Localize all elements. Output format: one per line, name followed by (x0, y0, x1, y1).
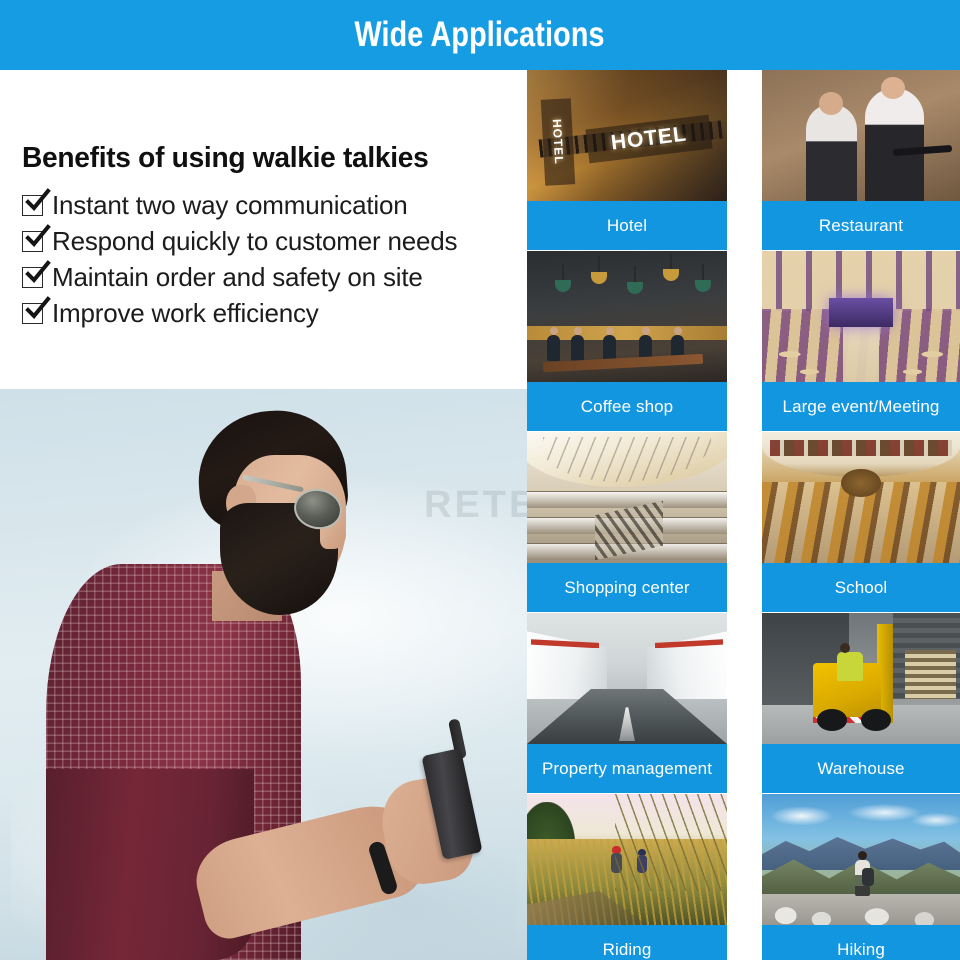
forklift-warehouse-photo (762, 613, 960, 744)
application-card-shopping-center[interactable]: Shopping center (527, 432, 727, 612)
benefit-label: Respond quickly to customer needs (52, 225, 458, 256)
application-card-school[interactable]: School (762, 432, 960, 612)
hotel-facade-photo: HOTEL HOTEL (527, 70, 727, 201)
forklift-wheel (861, 708, 891, 731)
benefits-list: Instant two way communication Respond qu… (22, 187, 527, 330)
central-desk (841, 468, 881, 498)
head-shape (880, 76, 905, 99)
card-label: School (762, 563, 960, 612)
card-photo (762, 794, 960, 925)
card-photo (527, 251, 727, 382)
checkbox-checked-icon (22, 296, 51, 324)
card-photo (527, 794, 727, 925)
hotel-vertical-sign: HOTEL (540, 98, 576, 186)
brand-watermark: RETE (424, 484, 538, 526)
list-item: Instant two way communication (22, 187, 527, 222)
pendant-lamp-icon (663, 253, 679, 282)
application-column-right: Restaurant Large event/Meeting School Wa… (762, 70, 960, 960)
benefits-panel: Benefits of using walkie talkies Instant… (0, 70, 527, 389)
checkbox-checked-icon (22, 260, 51, 288)
rocky-foreground (762, 893, 960, 925)
list-item: Improve work efficiency (22, 295, 527, 330)
mountain-biking-trail-photo (527, 794, 727, 925)
stacked-pallet (904, 649, 957, 700)
pendant-lamp-icon (627, 266, 643, 295)
benefits-heading: Benefits of using walkie talkies (22, 142, 429, 174)
bookshelf-row (769, 439, 953, 456)
wide-applications-banner: Wide Applications Benefits of using walk… (0, 0, 960, 960)
card-label: Restaurant (762, 201, 960, 250)
card-photo: HOTEL HOTEL (527, 70, 727, 201)
application-card-large-event[interactable]: Large event/Meeting (762, 251, 960, 431)
mall-atrium-photo (527, 432, 727, 563)
person-silhouette (571, 327, 584, 362)
card-label: Riding (527, 925, 727, 960)
application-card-riding[interactable]: Riding (527, 794, 727, 960)
checkbox-checked-icon (22, 188, 51, 216)
list-item: Maintain order and safety on site (22, 259, 527, 294)
pendant-lamp-icon (555, 263, 571, 292)
waitress-figure (805, 104, 858, 201)
benefit-label: Instant two way communication (52, 189, 408, 220)
application-column-left: HOTEL HOTEL Hotel Coffee shop Shopping c… (527, 70, 727, 960)
forklift-operator (837, 643, 863, 682)
pendant-lamp-icon (695, 263, 711, 292)
pendant-lamp-icon (591, 255, 607, 284)
mall-floor-level (527, 490, 727, 508)
banquet-hall-photo (762, 251, 960, 382)
card-label: Large event/Meeting (762, 382, 960, 431)
card-photo (762, 70, 960, 201)
backpack-shape (861, 867, 874, 886)
page-header: Wide Applications (0, 0, 960, 70)
wooden-table (542, 354, 704, 374)
card-label: Property management (527, 744, 727, 793)
application-card-restaurant[interactable]: Restaurant (762, 70, 960, 250)
card-photo (527, 613, 727, 744)
benefit-label: Improve work efficiency (52, 297, 319, 328)
waiter-figure (864, 88, 925, 201)
checkbox-checked-icon (22, 224, 51, 252)
cloud-layer (762, 799, 960, 834)
card-photo (762, 251, 960, 382)
card-photo (762, 432, 960, 563)
list-item: Respond quickly to customer needs (22, 223, 527, 258)
forklift-wheel (817, 708, 848, 731)
coffee-shop-interior-photo (527, 251, 727, 382)
residential-street-photo (527, 613, 727, 744)
stage-screen (829, 298, 893, 327)
library-reading-room-photo (762, 432, 960, 563)
card-photo (762, 613, 960, 744)
hero-photo (0, 389, 527, 960)
card-label: Shopping center (527, 563, 727, 612)
application-card-property-management[interactable]: Property management (527, 613, 727, 793)
card-label: Hotel (527, 201, 727, 250)
person-silhouette (547, 327, 560, 362)
application-card-hiking[interactable]: Hiking (762, 794, 960, 960)
card-label: Warehouse (762, 744, 960, 793)
waiters-serving-photo (762, 70, 960, 201)
application-card-hotel[interactable]: HOTEL HOTEL Hotel (527, 70, 727, 250)
page-title: Wide Applications (354, 15, 606, 54)
application-card-coffee-shop[interactable]: Coffee shop (527, 251, 727, 431)
grass-blades-overlay (615, 794, 727, 891)
card-label: Coffee shop (527, 382, 727, 431)
benefit-label: Maintain order and safety on site (52, 261, 423, 292)
person-with-walkie-talkie (0, 389, 527, 960)
person-silhouette (603, 327, 616, 362)
head-group (190, 405, 355, 616)
card-photo (527, 432, 727, 563)
mountain-summit-hiker-photo (762, 794, 960, 925)
application-card-warehouse[interactable]: Warehouse (762, 613, 960, 793)
card-label: Hiking (762, 925, 960, 960)
head-shape (819, 92, 844, 115)
